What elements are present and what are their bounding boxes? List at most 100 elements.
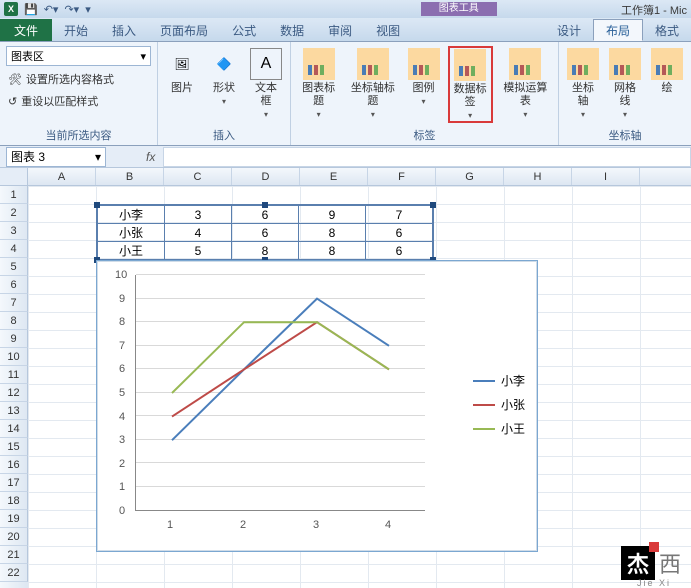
col-header[interactable]: G	[436, 168, 504, 185]
qat-customize-icon[interactable]: ▾	[85, 3, 91, 16]
tab-file[interactable]: 文件	[0, 19, 52, 41]
insert-textbox-button[interactable]: A文本框▾	[248, 46, 284, 121]
tab-layout[interactable]: 布局	[593, 19, 643, 41]
redo-icon[interactable]: ↷▾	[64, 3, 79, 16]
row-header[interactable]: 18	[0, 492, 28, 510]
col-header[interactable]: C	[164, 168, 232, 185]
selection-handle[interactable]	[94, 202, 100, 208]
row-header[interactable]: 3	[0, 222, 28, 240]
row-header[interactable]: 6	[0, 276, 28, 294]
cell[interactable]: 6	[366, 224, 433, 242]
legend-item[interactable]: 小王	[473, 417, 525, 441]
row-header[interactable]: 2	[0, 204, 28, 222]
legend-item[interactable]: 小张	[473, 393, 525, 417]
cells-area[interactable]: 小李 3 6 9 7 小张 4 6 8 6 小王 5 8 8	[28, 186, 691, 588]
plot-area-icon	[651, 48, 683, 80]
cell[interactable]: 8	[299, 242, 366, 260]
reset-match-style-button[interactable]: ↺重设以匹配样式	[6, 92, 151, 110]
select-all-corner[interactable]	[0, 168, 28, 185]
name-box-value: 图表 3	[11, 148, 45, 165]
col-header[interactable]: D	[232, 168, 300, 185]
row-header[interactable]: 10	[0, 348, 28, 366]
name-box[interactable]: 图表 3 ▾	[6, 147, 106, 167]
series-line[interactable]	[172, 299, 389, 441]
gridlines-button[interactable]: 网格线▾	[607, 46, 643, 121]
tab-pagelayout[interactable]: 页面布局	[148, 19, 220, 41]
tab-format[interactable]: 格式	[643, 19, 691, 41]
formula-input[interactable]	[163, 147, 691, 167]
col-header[interactable]: B	[96, 168, 164, 185]
cell[interactable]: 6	[366, 242, 433, 260]
chart-element-dropdown[interactable]: 图表区 ▾	[6, 46, 151, 66]
row-header[interactable]: 8	[0, 312, 28, 330]
row-header[interactable]: 14	[0, 420, 28, 438]
axes-icon	[567, 48, 599, 80]
tab-insert[interactable]: 插入	[100, 19, 148, 41]
tab-view[interactable]: 视图	[364, 19, 412, 41]
row-header[interactable]: 4	[0, 240, 28, 258]
cell[interactable]: 小王	[98, 242, 165, 260]
row-header[interactable]: 12	[0, 384, 28, 402]
col-header[interactable]: A	[28, 168, 96, 185]
row-header[interactable]: 19	[0, 510, 28, 528]
fx-icon[interactable]: fx	[146, 150, 155, 164]
format-selection-button[interactable]: 🛠设置所选内容格式	[6, 70, 151, 88]
col-header[interactable]: H	[504, 168, 572, 185]
row-header[interactable]: 13	[0, 402, 28, 420]
series-line[interactable]	[172, 322, 389, 416]
row-header[interactable]: 21	[0, 546, 28, 564]
contextual-tab-title: 图表工具	[421, 2, 497, 16]
cell[interactable]: 8	[299, 224, 366, 242]
legend-item[interactable]: 小李	[473, 369, 525, 393]
row-header[interactable]: 7	[0, 294, 28, 312]
col-header[interactable]: E	[300, 168, 368, 185]
legend-button[interactable]: 图例▾	[406, 46, 442, 123]
data-table-button[interactable]: 模拟运算表▾	[499, 46, 552, 123]
source-data-table[interactable]: 小李 3 6 9 7 小张 4 6 8 6 小王 5 8 8	[96, 204, 434, 261]
cell[interactable]: 6	[232, 224, 299, 242]
chart-title-button[interactable]: 图表标题▾	[297, 46, 340, 123]
row-header[interactable]: 16	[0, 456, 28, 474]
x-tick: 2	[240, 519, 246, 531]
row-header[interactable]: 5	[0, 258, 28, 276]
data-labels-button[interactable]: 数据标签▾	[448, 46, 493, 123]
cell[interactable]: 小张	[98, 224, 165, 242]
tab-formulas[interactable]: 公式	[220, 19, 268, 41]
tab-home[interactable]: 开始	[52, 19, 100, 41]
cell[interactable]: 5	[165, 242, 232, 260]
row-header[interactable]: 9	[0, 330, 28, 348]
row-header[interactable]: 11	[0, 366, 28, 384]
selection-handle[interactable]	[262, 202, 268, 208]
embedded-chart[interactable]: 0 1 2 3 4 5 6 7 8 9 10 1 2 3 4 小李 小张 小王	[96, 260, 538, 552]
axis-title-button[interactable]: 坐标轴标题▾	[346, 46, 399, 123]
axes-button[interactable]: 坐标轴▾	[565, 46, 601, 121]
cell[interactable]: 4	[165, 224, 232, 242]
row-header[interactable]: 15	[0, 438, 28, 456]
col-header[interactable]: F	[368, 168, 436, 185]
selection-handle[interactable]	[430, 202, 436, 208]
cell[interactable]: 9	[299, 206, 366, 224]
save-icon[interactable]: 💾	[24, 3, 38, 16]
cell[interactable]: 小李	[98, 206, 165, 224]
undo-icon[interactable]: ↶▾	[44, 3, 59, 16]
tab-data[interactable]: 数据	[268, 19, 316, 41]
spreadsheet-grid[interactable]: 1 2 3 4 5 6 7 8 9 10 11 12 13 14 15 16 1…	[0, 186, 691, 588]
cell[interactable]: 6	[232, 206, 299, 224]
insert-picture-button[interactable]: 🖼图片	[164, 46, 200, 121]
legend-swatch	[473, 404, 495, 406]
chart-plot-area[interactable]	[135, 275, 425, 511]
row-header[interactable]: 22	[0, 564, 28, 582]
y-tick: 9	[119, 293, 125, 305]
tab-review[interactable]: 审阅	[316, 19, 364, 41]
row-header[interactable]: 1	[0, 186, 28, 204]
tab-design[interactable]: 设计	[545, 19, 593, 41]
insert-shapes-button[interactable]: 🔷形状▾	[206, 46, 242, 121]
row-headers: 1 2 3 4 5 6 7 8 9 10 11 12 13 14 15 16 1…	[0, 186, 28, 588]
col-header[interactable]: I	[572, 168, 640, 185]
cell[interactable]: 7	[366, 206, 433, 224]
row-header[interactable]: 20	[0, 528, 28, 546]
row-header[interactable]: 17	[0, 474, 28, 492]
chart-legend[interactable]: 小李 小张 小王	[473, 369, 525, 441]
plot-area-button[interactable]: 绘	[649, 46, 685, 121]
cell[interactable]: 3	[165, 206, 232, 224]
